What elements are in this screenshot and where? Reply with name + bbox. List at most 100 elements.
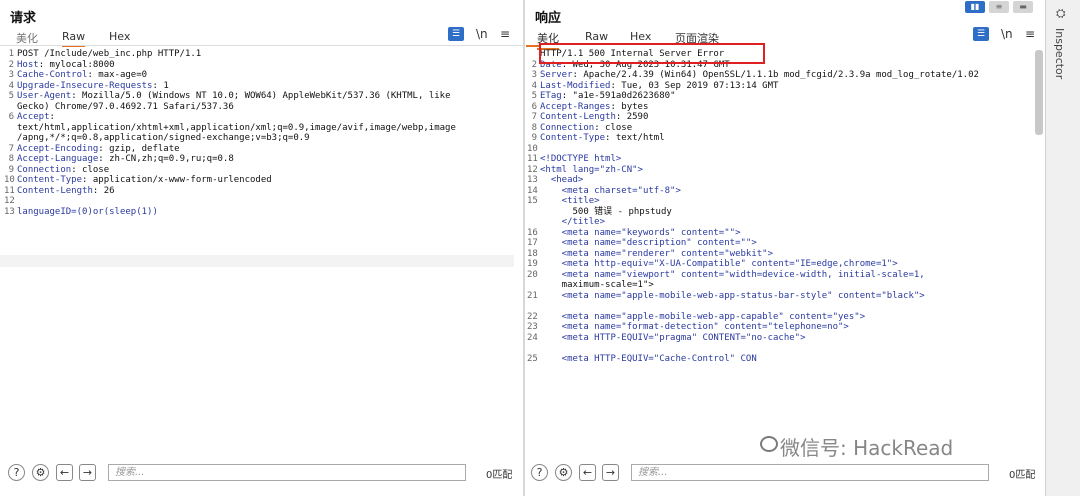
layout-side-by-side-icon[interactable]: ▮▮ [965,1,985,13]
header-name: Server [540,70,573,80]
response-code-line [527,343,979,354]
response-code-line: 4 Last-Modified: Tue, 03 Sep 2019 07:13:1… [527,81,979,92]
request-search-input[interactable]: 搜索... [108,464,466,481]
inspector-label[interactable]: Inspector [1053,28,1066,79]
line-number: 5 [8,91,14,101]
code-text: <meta HTTP-EQUIV="Cache-Control" CON [540,353,757,364]
line-number: 2 [8,59,14,70]
request-code-line: 10 Content-Type: application/x-www-form-u… [4,175,272,185]
response-code-line: 18 <meta name="renderer" content="webkit… [527,249,979,260]
header-name: Accept-Language [17,154,99,164]
response-code-line: 19 <meta http-equiv="X-UA-Compatible" co… [527,259,979,270]
layout-stacked-icon[interactable]: ≡ [989,1,1009,13]
header-name: Last-Modified [540,80,611,91]
code-text: <meta name="apple-mobile-web-app-status-… [540,290,925,301]
request-code-line: 2 Host: mylocal:8000 [4,60,456,71]
inspector-toggle-icon[interactable]: ⛭ [1056,6,1066,21]
request-divider [0,45,523,46]
response-code-line: 21 <meta name="apple-mobile-web-app-stat… [527,291,979,302]
help-icon[interactable]: ? [8,464,25,481]
response-code-line: 13 <head> [527,175,979,186]
response-code-line: 16 <meta name="keywords" content=""> [527,228,979,239]
response-newline-toggle[interactable]: \n [1001,27,1013,41]
response-code-line: 20 <meta name="viewport" content="width=… [527,270,979,281]
code-text: <meta name="description" content=""> [540,238,757,248]
line-number: 25 [527,353,538,364]
header-name: Content-Length [17,185,93,196]
status-accent-mark [526,45,540,47]
line-number: 7 [531,112,537,122]
line-number: 18 [527,248,538,259]
header-value: gzip, deflate [109,143,180,154]
request-editor[interactable]: 1 POST /Include/web_inc.php HTTP/1.1 2 Host… [4,49,456,217]
header-value: zh-CN,zh;q=0.9,ru;q=0.8 [109,154,234,164]
line-number: 23 [527,322,538,332]
line-number: 12 [527,164,538,175]
response-code-line: 12 <html lang="zh-CN"> [527,165,979,176]
back-arrow-icon[interactable]: ← [579,464,596,481]
settings-gear-icon[interactable]: ⚙ [32,464,49,481]
code-text: text/html,application/xhtml+xml,applicat… [17,122,456,133]
request-code-line: 13 languageID=(0)or(sleep(1)) [4,207,456,218]
response-code-line: 5 ETag: "a1e-591a0d2623680" [527,91,979,102]
header-value: application/x-www-form-urlencoded [92,175,272,185]
response-menu-icon[interactable]: ≡ [1025,27,1035,41]
layout-tabs-icon[interactable]: ▬ [1013,1,1033,13]
code-text: </title> [540,217,606,227]
header-value: 2590 [626,112,649,122]
line-number: 6 [8,112,14,122]
wechat-icon [760,436,778,452]
request-code-line: 3 Cache-Control: max-age=0 [4,70,456,81]
header-name: Content-Type [540,133,606,143]
code-text: <!DOCTYPE html> [540,154,622,164]
header-value: Apache/2.4.39 (Win64) OpenSSL/1.1.1b mod… [583,70,979,80]
request-code-line: 4 Upgrade-Insecure-Requests: 1 [4,81,456,92]
line-number: 8 [8,154,14,164]
response-editor[interactable]: HTTP/1.1 500 Internal Server Error 2 Date:… [527,49,979,364]
response-scrollbar[interactable] [1035,50,1043,135]
code-text: POST /Include/web_inc.php HTTP/1.1 [17,49,202,59]
request-code-line: 5 User-Agent: Mozilla/5.0 (Windows NT 10.… [4,91,456,102]
tab-hex[interactable]: Hex [109,30,130,43]
code-text: languageID=(0)or(sleep(1)) [17,206,158,217]
header-name: Upgrade-Insecure-Requests [17,80,153,91]
request-newline-toggle[interactable]: \n [476,27,488,41]
tab-pretty[interactable]: 美化 [16,30,38,46]
code-text: <meta name="apple-mobile-web-app-capable… [540,311,866,322]
current-line-highlight [0,255,514,267]
response-code-line: 8 Connection: close [527,123,979,134]
settings-gear-icon[interactable]: ⚙ [555,464,572,481]
line-number: 16 [527,227,538,238]
header-name: Accept-Ranges [540,101,611,112]
line-number: 9 [531,133,537,143]
header-value: text/html [615,133,665,143]
response-code-line: 7 Content-Length: 2590 [527,112,979,123]
header-name: ETag [540,91,562,101]
help-icon[interactable]: ? [531,464,548,481]
header-value: close [605,122,633,133]
request-menu-icon[interactable]: ≡ [500,27,510,41]
forward-arrow-icon[interactable]: → [602,464,619,481]
back-arrow-icon[interactable]: ← [56,464,73,481]
tab-hex[interactable]: Hex [630,30,651,43]
header-name: User-Agent [17,91,72,101]
forward-arrow-icon[interactable]: → [79,464,96,481]
response-bottom-bar: ? ⚙ ← → 搜索... 0匹配 [525,462,1045,484]
request-code-line: 8 Accept-Language: zh-CN,zh;q=0.9,ru;q=0.… [4,154,456,165]
response-search-input[interactable]: 搜索... [631,464,989,481]
request-wrap-button[interactable]: ☰ [448,27,464,41]
header-value: 1 [163,80,169,91]
line-number: 11 [4,185,15,196]
response-wrap-button[interactable]: ☰ [973,27,989,41]
request-panel: 请求 美化 Raw Hex ☰ \n ≡ 1 POST /Include/web_… [0,0,523,496]
request-code-line: 11 Content-Length: 26 [4,185,115,196]
code-text: maximum-scale=1"> [540,280,654,290]
line-number: 3 [531,70,537,80]
code-text: 500 错误 - phpstudy [540,206,672,217]
tab-raw[interactable]: Raw [585,30,608,43]
request-code-line: Gecko) Chrome/97.0.4692.71 Safari/537.36 [4,102,456,113]
line-number: 19 [527,259,538,269]
line-number: 24 [527,332,538,343]
code-text: <meta HTTP-EQUIV="pragma" CONTENT="no-ca… [540,332,806,343]
code-text: <meta http-equiv="X-UA-Compatible" conte… [540,259,898,269]
